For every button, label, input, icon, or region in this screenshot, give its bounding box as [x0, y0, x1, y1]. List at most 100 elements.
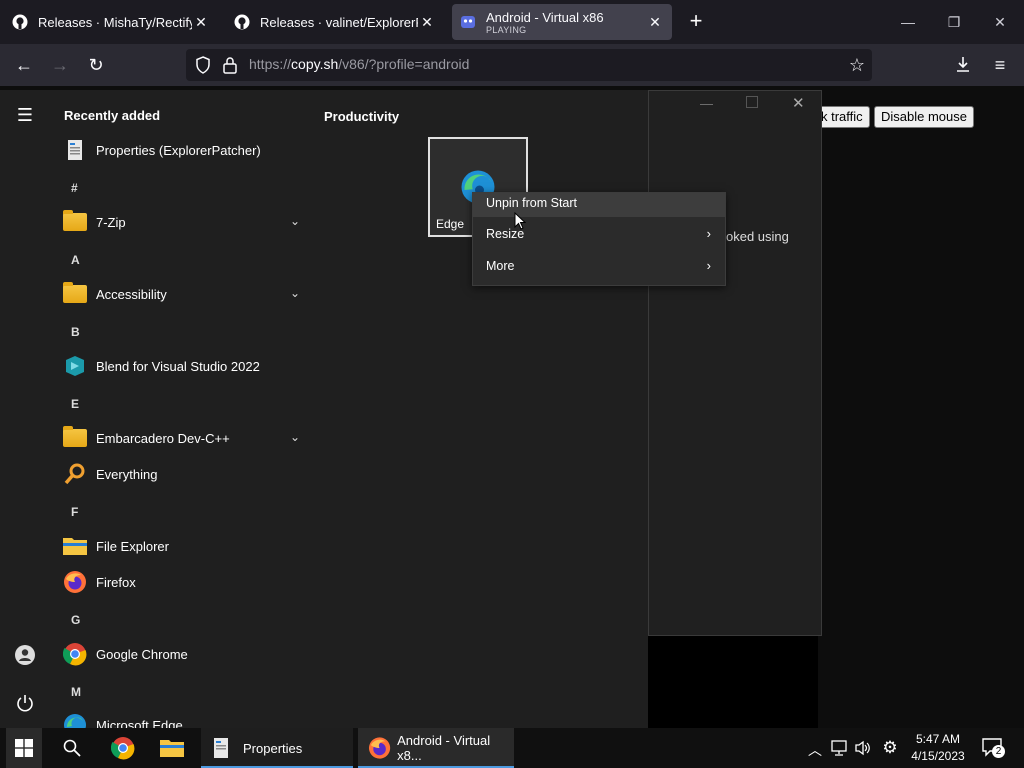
bg-minimize-icon[interactable]: — — [700, 96, 713, 111]
folder-icon — [62, 425, 88, 451]
menu-item-label: Unpin from Start — [486, 196, 578, 210]
taskbar-file-explorer[interactable] — [156, 732, 188, 764]
system-clock[interactable]: 5:47 AM 4/15/2023 — [906, 731, 970, 765]
reload-icon[interactable]: ↻ — [84, 53, 108, 77]
edge-icon — [62, 712, 88, 728]
more-item[interactable]: More › — [473, 256, 725, 280]
background-window — [648, 90, 822, 636]
download-icon[interactable] — [954, 55, 972, 73]
url-host: copy.sh — [291, 56, 339, 72]
taskbar-app-label: Properties — [243, 740, 303, 756]
app-label: Properties (ExplorerPatcher) — [96, 142, 261, 158]
app-label: Google Chrome — [96, 646, 188, 662]
chevron-down-icon[interactable]: ⌄ — [290, 430, 300, 444]
menu-icon[interactable]: ≡ — [988, 53, 1012, 77]
blend-icon — [62, 353, 88, 379]
letter-header[interactable]: E — [71, 397, 79, 411]
github-icon — [12, 14, 28, 30]
recently-added-header: Recently added — [64, 108, 161, 123]
app-embarcadero-dev-cpp[interactable]: Embarcadero Dev-C++ ⌄ — [62, 422, 302, 454]
app-properties-explorerpatcher[interactable]: Properties (ExplorerPatcher) — [62, 134, 302, 166]
taskbar-properties[interactable]: Properties — [201, 728, 353, 768]
minimize-button[interactable]: — — [896, 10, 920, 34]
chevron-right-icon: › — [706, 226, 711, 241]
tab-explorerpatcher[interactable]: Releases · valinet/ExplorerPatch ✕ — [226, 4, 444, 40]
app-label: Everything — [96, 466, 158, 482]
firefox-icon — [368, 737, 391, 759]
tab-android[interactable]: Android - Virtual x86 PLAYING ✕ — [452, 4, 672, 40]
settings-gear-icon[interactable]: ⚙ — [879, 738, 901, 758]
properties-icon — [214, 738, 228, 758]
app-blend-visual-studio[interactable]: Blend for Visual Studio 2022 — [62, 350, 302, 382]
tab-close-icon[interactable]: ✕ — [192, 14, 210, 31]
app-label: Blend for Visual Studio 2022 — [96, 358, 260, 374]
volume-icon[interactable] — [854, 740, 872, 756]
app-firefox[interactable]: Firefox — [62, 566, 302, 598]
app-google-chrome[interactable]: Google Chrome — [62, 638, 302, 670]
taskbar-chrome[interactable] — [107, 732, 139, 764]
app-7-zip[interactable]: 7-Zip ⌄ — [62, 206, 302, 238]
chevron-right-icon: › — [706, 258, 711, 273]
new-tab-button[interactable]: + — [684, 10, 708, 34]
bookmark-star-icon[interactable]: ☆ — [845, 53, 869, 77]
resize-item[interactable]: Resize › — [473, 224, 725, 248]
github-icon — [234, 14, 250, 30]
app-label: Microsoft Edge — [96, 718, 183, 728]
search-icon — [63, 739, 81, 757]
letter-header[interactable]: G — [71, 613, 80, 627]
disable-mouse-button[interactable]: Disable mouse — [874, 106, 974, 128]
user-account-icon[interactable] — [14, 644, 36, 666]
tab-close-icon[interactable]: ✕ — [646, 14, 664, 31]
tab-title: Android - Virtual x86 — [486, 9, 604, 25]
emulator-screen-black — [648, 636, 818, 728]
forward-icon[interactable]: → — [48, 53, 72, 77]
file-explorer-icon — [62, 533, 88, 559]
app-everything[interactable]: Everything — [62, 458, 302, 490]
letter-header[interactable]: # — [71, 181, 78, 195]
network-icon[interactable] — [830, 740, 848, 756]
action-center-button[interactable]: 2 — [982, 738, 1005, 758]
tab-playing-label: PLAYING — [486, 24, 527, 35]
folder-icon — [62, 281, 88, 307]
chevron-down-icon[interactable]: ⌄ — [290, 286, 300, 300]
clock-date: 4/15/2023 — [911, 749, 965, 763]
url-text[interactable]: https://copy.sh/v86/?profile=android — [249, 56, 469, 72]
bg-maximize-icon[interactable] — [746, 96, 758, 108]
chrome-icon — [62, 641, 88, 667]
letter-header[interactable]: M — [71, 685, 81, 699]
notification-count-badge: 2 — [992, 745, 1005, 758]
chrome-icon — [111, 737, 135, 760]
hamburger-menu-icon[interactable]: ☰ — [12, 102, 38, 128]
app-accessibility[interactable]: Accessibility ⌄ — [62, 278, 302, 310]
letter-header[interactable]: F — [71, 505, 78, 519]
tab-rectify11[interactable]: Releases · MishaTy/Rectify11Inst ✕ — [4, 4, 218, 40]
productivity-header: Productivity — [324, 109, 400, 124]
windows-logo-icon — [15, 739, 33, 757]
chevron-down-icon[interactable]: ⌄ — [290, 214, 300, 228]
unpin-from-start-item[interactable]: Unpin from Start — [473, 193, 725, 217]
v86-icon — [461, 16, 475, 28]
app-microsoft-edge[interactable]: Microsoft Edge — [62, 710, 302, 728]
app-label: 7-Zip — [96, 214, 126, 230]
tab-close-icon[interactable]: ✕ — [418, 14, 436, 31]
back-icon[interactable]: ← — [12, 53, 36, 77]
close-window-button[interactable]: ✕ — [988, 10, 1012, 34]
letter-header[interactable]: A — [71, 253, 80, 267]
letter-header[interactable]: B — [71, 325, 80, 339]
tab-title: Releases · MishaTy/Rectify11Inst — [38, 14, 192, 30]
app-file-explorer[interactable]: File Explorer — [62, 530, 302, 562]
properties-icon — [62, 137, 88, 163]
lock-icon[interactable] — [222, 56, 238, 74]
everything-icon — [62, 461, 88, 487]
restore-button[interactable]: ❐ — [942, 10, 966, 34]
folder-icon — [62, 209, 88, 235]
shield-icon[interactable] — [195, 56, 211, 74]
taskbar-firefox-android[interactable]: Android - Virtual x8... — [358, 728, 514, 768]
clock-time: 5:47 AM — [915, 732, 961, 746]
power-icon[interactable] — [14, 693, 36, 715]
search-button[interactable] — [56, 732, 88, 764]
start-button[interactable] — [6, 728, 42, 768]
chevron-up-icon[interactable]: ︿ — [804, 740, 826, 760]
tile-context-menu: Unpin from Start Resize › More › — [472, 192, 726, 286]
bg-close-icon[interactable]: ✕ — [792, 94, 805, 112]
